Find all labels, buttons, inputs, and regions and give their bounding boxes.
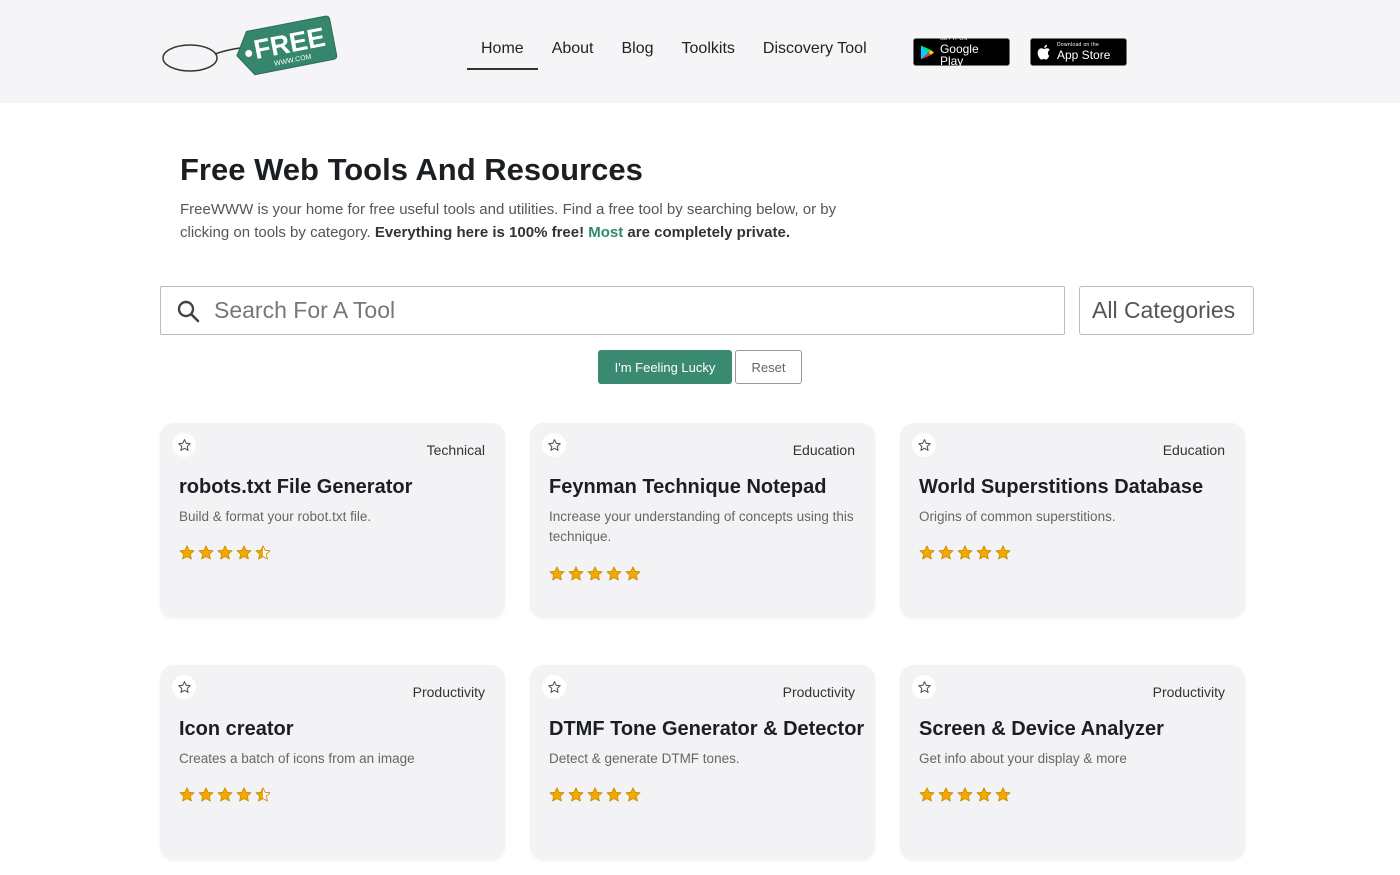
card-title: DTMF Tone Generator & Detector	[549, 718, 865, 740]
page-description: FreeWWW is your home for free useful too…	[180, 198, 870, 244]
star-icon	[976, 545, 992, 560]
star-rating	[919, 545, 1011, 561]
star-rating	[919, 787, 1011, 803]
star-icon	[957, 545, 973, 560]
star-icon	[179, 787, 195, 802]
page-title: Free Web Tools And Resources	[180, 152, 643, 187]
favorite-star-button[interactable]	[172, 675, 196, 699]
card-category: Productivity	[1152, 684, 1225, 700]
star-icon	[217, 545, 233, 560]
search-icon	[177, 300, 200, 322]
favorite-star-button[interactable]	[172, 433, 196, 457]
star-icon	[217, 787, 233, 802]
google-play-icon	[920, 44, 935, 60]
star-icon	[549, 787, 565, 802]
tool-card[interactable]: Education Feynman Technique Notepad Increa…	[530, 423, 875, 618]
star-icon	[587, 787, 603, 802]
favorite-star-button[interactable]	[912, 675, 936, 699]
star-icon	[236, 787, 252, 802]
desc-bold-end: are completely private.	[623, 224, 791, 241]
google-play-label: Google Play	[939, 42, 979, 68]
card-description: Increase your understanding of concepts …	[549, 509, 854, 544]
star-icon	[587, 566, 603, 581]
star-icon	[198, 545, 214, 560]
card-category: Education	[792, 442, 855, 458]
star-icon	[995, 787, 1011, 802]
site-logo[interactable]: FREE WWW.COM	[160, 12, 340, 82]
site-header: FREE WWW.COM Home About Blog Toolkits Di…	[0, 0, 1400, 103]
search-input[interactable]	[214, 297, 1034, 324]
star-icon	[568, 566, 584, 581]
nav-discovery-tool[interactable]: Discovery Tool	[749, 36, 881, 70]
card-category: Education	[1162, 442, 1225, 458]
star-rating	[549, 566, 641, 582]
card-description: Detect & generate DTMF tones.	[549, 751, 740, 766]
star-icon	[179, 545, 195, 560]
card-title: World Superstitions Database	[919, 476, 1204, 498]
card-title: Feynman Technique Notepad	[549, 476, 827, 498]
star-icon	[255, 787, 271, 802]
tool-card[interactable]: Productivity DTMF Tone Generator & Detect…	[530, 665, 875, 860]
tool-card[interactable]: Productivity Icon creator Creates a batch …	[160, 665, 505, 860]
apple-icon	[1037, 44, 1050, 60]
desc-bold: Everything here is 100% free!	[374, 224, 589, 241]
feeling-lucky-button[interactable]: I'm Feeling Lucky	[598, 350, 732, 384]
main-nav: Home About Blog Toolkits Discovery Tool	[467, 36, 881, 70]
favorite-star-button[interactable]	[542, 433, 566, 457]
star-outline-icon	[177, 438, 191, 451]
card-title: Screen & Device Analyzer	[919, 718, 1164, 740]
star-icon	[549, 566, 565, 581]
card-description: Creates a batch of icons from an image	[179, 751, 415, 766]
star-icon	[957, 787, 973, 802]
favorite-star-button[interactable]	[542, 675, 566, 699]
card-title: robots.txt File Generator	[179, 476, 413, 498]
star-rating	[179, 787, 271, 803]
nav-about[interactable]: About	[538, 36, 608, 70]
star-icon	[625, 566, 641, 581]
star-rating	[549, 787, 641, 803]
star-icon	[606, 787, 622, 802]
star-icon	[625, 787, 641, 802]
star-icon	[938, 787, 954, 802]
star-icon	[568, 787, 584, 802]
card-category: Productivity	[412, 684, 485, 700]
star-icon	[198, 787, 214, 802]
star-icon	[919, 545, 935, 560]
star-outline-icon	[917, 438, 931, 451]
star-icon	[236, 545, 252, 560]
star-outline-icon	[917, 680, 931, 693]
favorite-star-button[interactable]	[912, 433, 936, 457]
nav-home[interactable]: Home	[467, 36, 538, 70]
app-store-label: App Store	[1057, 48, 1111, 62]
card-title: Icon creator	[179, 718, 294, 740]
card-description: Get info about your display & more	[919, 751, 1127, 766]
star-icon	[995, 545, 1011, 560]
star-outline-icon	[547, 438, 561, 451]
google-play-badge[interactable]: GET IT ON Google Play	[913, 37, 1010, 68]
star-icon	[976, 787, 992, 802]
star-outline-icon	[547, 680, 561, 693]
nav-toolkits[interactable]: Toolkits	[668, 36, 749, 70]
star-icon	[255, 545, 271, 560]
search-box	[160, 286, 1065, 335]
star-rating	[179, 545, 271, 561]
star-outline-icon	[177, 680, 191, 693]
nav-blog[interactable]: Blog	[608, 36, 668, 70]
app-store-badge[interactable]: Download on the App Store	[1030, 38, 1127, 66]
star-icon	[606, 566, 622, 581]
desc-green: Most	[588, 224, 624, 241]
reset-button[interactable]: Reset	[735, 350, 802, 384]
tool-card[interactable]: Education World Superstitions Database Ori…	[900, 423, 1245, 618]
card-description: Origins of common superstitions.	[919, 509, 1116, 524]
star-icon	[938, 545, 954, 560]
card-description: Build & format your robot.txt file.	[179, 509, 372, 524]
card-category: Technical	[426, 442, 485, 458]
tool-card[interactable]: Productivity Screen & Device Analyzer Get …	[900, 665, 1245, 860]
tool-card[interactable]: Technical robots.txt File Generator Build …	[160, 423, 505, 618]
card-category: Productivity	[782, 684, 855, 700]
category-select[interactable]: All Categories	[1079, 286, 1254, 335]
star-icon	[919, 787, 935, 802]
